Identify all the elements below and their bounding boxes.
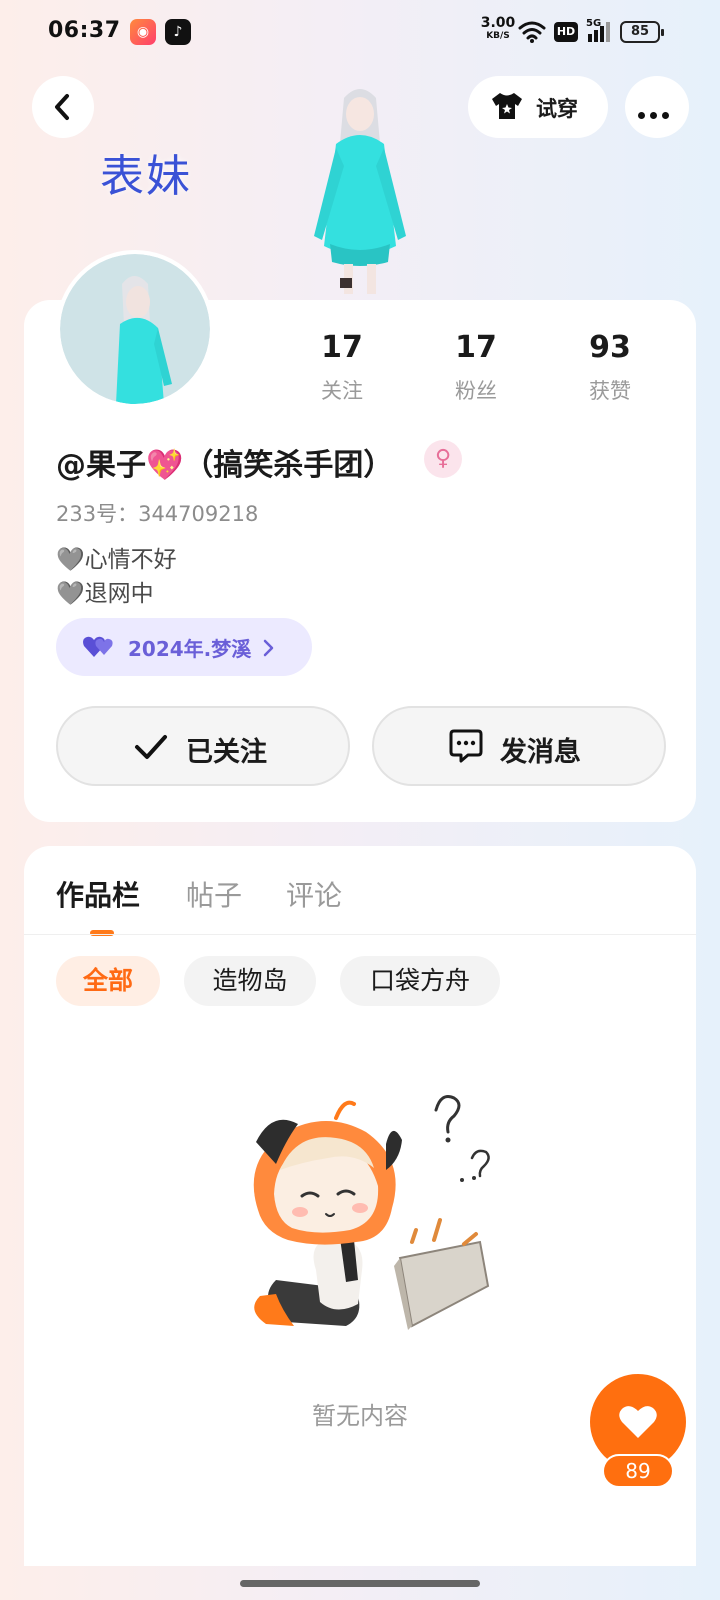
try-on-button[interactable]: 试穿 — [468, 76, 608, 138]
back-arrow-icon — [55, 94, 69, 120]
wifi-icon — [518, 21, 546, 43]
stat-followers[interactable]: 17 粉丝 — [436, 330, 516, 405]
filter-chip-all[interactable]: 全部 — [56, 956, 160, 1006]
more-button[interactable] — [625, 76, 689, 138]
filter-chip-creation-island[interactable]: 造物岛 — [184, 956, 316, 1006]
tab-comments[interactable]: 评论 — [286, 874, 342, 914]
tab-posts[interactable]: 帖子 — [186, 874, 242, 914]
signal-icon: 5G — [586, 18, 612, 44]
more-dots-icon — [638, 104, 674, 123]
kuaishou-icon: ◉ — [130, 19, 156, 45]
home-indicator[interactable] — [240, 1580, 480, 1587]
stat-following[interactable]: 17 关注 — [302, 330, 382, 405]
double-heart-icon — [83, 636, 113, 657]
profile-tag-label: 2024年.梦溪 — [128, 637, 252, 661]
banner-text: 表妹 — [100, 151, 192, 202]
battery-indicator: 85 — [620, 21, 664, 43]
like-count-badge: 89 — [602, 1454, 674, 1488]
hd-icon: HD — [554, 22, 578, 42]
user-id[interactable]: 233号：344709218 — [56, 498, 258, 528]
empty-state-illustration — [253, 1095, 490, 1330]
network-speed: 3.00 KB/S — [480, 15, 516, 41]
bio-line: 🩶心情不好 — [56, 547, 177, 573]
status-bar: 06:37 ◉ ♪ 3.00 KB/S HD 5G 85 — [0, 0, 720, 64]
username: @果子💖（搞笑杀手团） — [56, 448, 394, 483]
try-on-label: 试穿 — [536, 97, 578, 121]
avatar-figure — [116, 276, 172, 404]
female-gender-icon: ♀ — [424, 440, 462, 478]
status-time: 06:37 — [48, 18, 121, 43]
tab-divider — [24, 934, 696, 935]
send-message-label: 发消息 — [500, 737, 581, 768]
chat-bubble-icon — [449, 729, 483, 763]
check-icon — [135, 735, 167, 759]
tiktok-icon: ♪ — [165, 19, 191, 45]
chevron-right-icon — [263, 639, 274, 657]
heart-icon — [619, 1406, 657, 1438]
stat-likes[interactable]: 93 获赞 — [570, 330, 650, 405]
tab-works[interactable]: 作品栏 — [56, 874, 140, 914]
send-message-button[interactable]: 发消息 — [372, 706, 666, 786]
bio-line: 🩶退网中 — [56, 581, 154, 607]
follow-button[interactable]: 已关注 — [56, 706, 350, 786]
profile-tag-pill[interactable]: 2024年.梦溪 — [56, 618, 312, 676]
active-tab-indicator — [90, 930, 114, 936]
avatar[interactable] — [56, 250, 214, 408]
filter-chip-pocket-ark[interactable]: 口袋方舟 — [340, 956, 500, 1006]
hero-avatar-figure — [314, 89, 406, 294]
back-button[interactable] — [32, 76, 94, 138]
follow-label: 已关注 — [186, 737, 267, 768]
shirt-icon — [492, 93, 522, 119]
